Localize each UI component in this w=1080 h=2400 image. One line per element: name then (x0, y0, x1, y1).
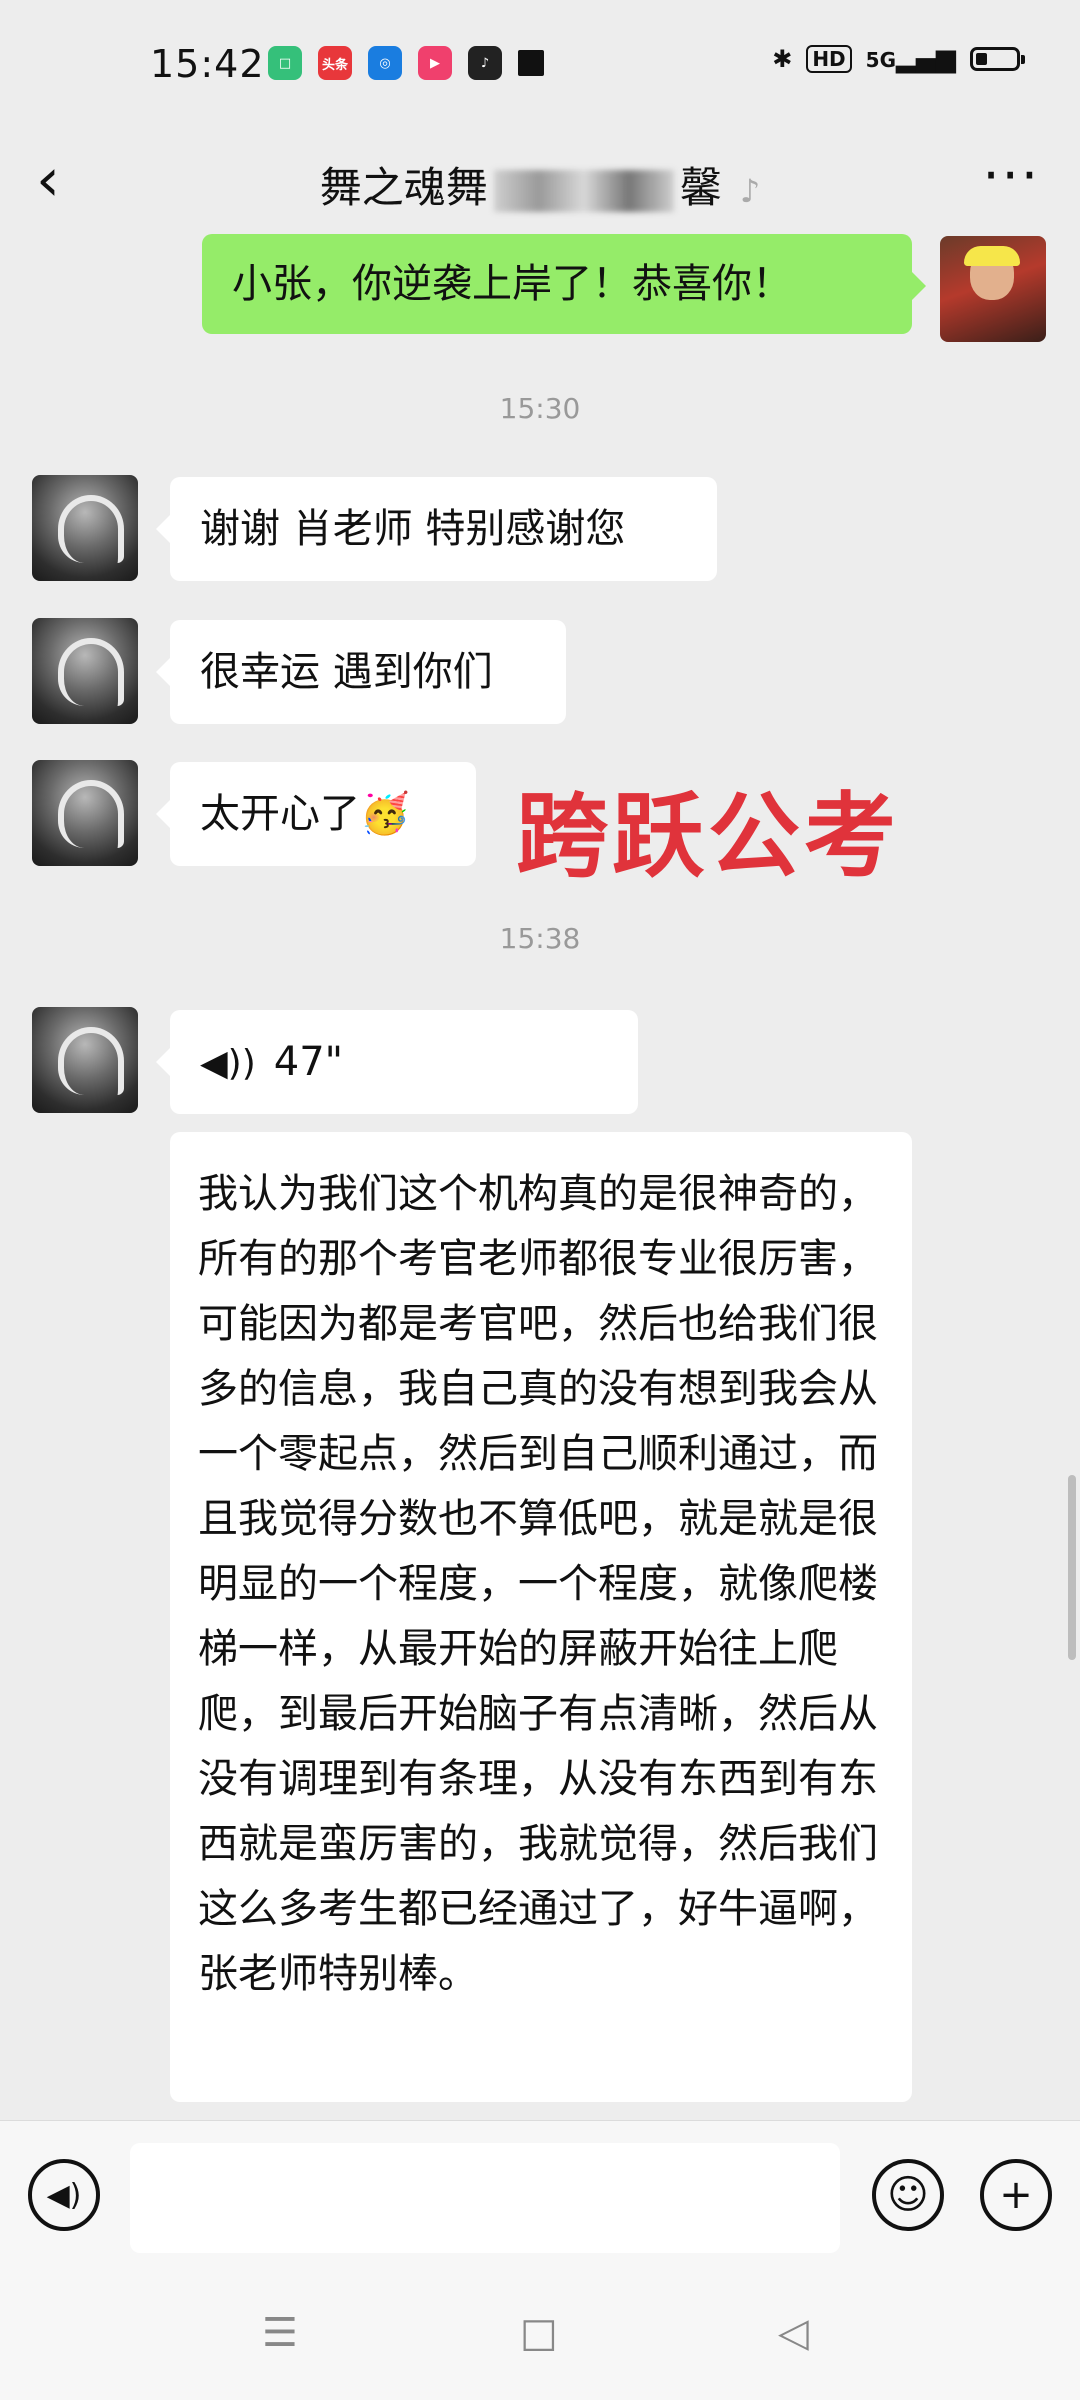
back-nav-icon[interactable]: ◁ (778, 2310, 809, 2356)
tiktok-icon: ♪ (468, 46, 502, 80)
status-bar: 15:42 □ 头条 ◎ ▶ ♪ ✱ HD 5G▂▄▆ (0, 0, 1080, 130)
sent-message[interactable]: 小张，你逆袭上岸了！恭喜你！ (202, 234, 926, 334)
ear-icon: ♪ (739, 172, 761, 210)
add-icon[interactable]: + (980, 2159, 1052, 2231)
my-avatar[interactable] (940, 236, 1046, 342)
signal-icon: 5G▂▄▆ (865, 44, 956, 74)
bluetooth-icon: ✱ (772, 45, 793, 73)
app-icon-green: □ (268, 46, 302, 80)
voice-message[interactable]: ◀)) 47" (156, 1010, 638, 1114)
voice-duration: 47" (273, 1039, 344, 1085)
chat-title: 舞之魂舞 馨 ♪ (0, 154, 1080, 215)
app-icon-black (518, 50, 544, 76)
status-app-icons: □ 头条 ◎ ▶ ♪ (268, 46, 544, 80)
timestamp: 15:30 (499, 392, 581, 425)
battery-fill (976, 53, 987, 65)
party-emoji-icon: 🥳 (360, 791, 410, 837)
video-play-icon: ▶ (418, 46, 452, 80)
message-text: 太开心了 (200, 791, 360, 837)
contact-avatar[interactable] (32, 1007, 138, 1113)
voice-input-icon[interactable]: ◀) (28, 2159, 100, 2231)
status-indicators: ✱ HD 5G▂▄▆ (772, 44, 1025, 74)
title-blurred-region (493, 169, 674, 212)
chat-title-end: 馨 (679, 163, 722, 212)
contact-avatar[interactable] (32, 475, 138, 581)
contact-avatar[interactable] (32, 760, 138, 866)
system-navigation-bar: ☰ □ ◁ (0, 2270, 1080, 2400)
input-bar: ◀) ☺ + (0, 2120, 1080, 2271)
received-message[interactable]: 很幸运 遇到你们 (156, 620, 566, 724)
chat-title-start: 舞之魂舞 (319, 163, 488, 212)
emoji-icon[interactable]: ☺ (872, 2159, 944, 2231)
contact-avatar[interactable] (32, 618, 138, 724)
timestamp: 15:38 (499, 922, 581, 955)
received-message[interactable]: 谢谢 肖老师 特别感谢您 (156, 477, 717, 581)
toutiao-icon: 头条 (318, 46, 352, 80)
menu-icon[interactable]: ☰ (262, 2310, 298, 2356)
voice-wave-icon: ◀)) (200, 1043, 256, 1084)
more-icon[interactable]: ··· (983, 144, 1041, 207)
app-icon-blue: ◎ (368, 46, 402, 80)
chat-scrollbar[interactable] (1068, 1475, 1076, 1660)
message-input[interactable] (130, 2143, 840, 2253)
status-time: 15:42 (150, 42, 265, 86)
hd-icon: HD (806, 45, 852, 73)
voice-transcript: 我认为我们这个机构真的是很神奇的，所有的那个考官老师都很专业很厉害，可能因为都是… (170, 1132, 912, 2102)
received-message[interactable]: 太开心了🥳 (156, 762, 476, 866)
chat-header: ‹ 舞之魂舞馨 ♪ ··· (0, 130, 1080, 240)
overlay-watermark-text: 跨跃公考 (516, 783, 901, 890)
battery-icon (970, 47, 1025, 71)
home-icon[interactable]: □ (520, 2310, 558, 2356)
